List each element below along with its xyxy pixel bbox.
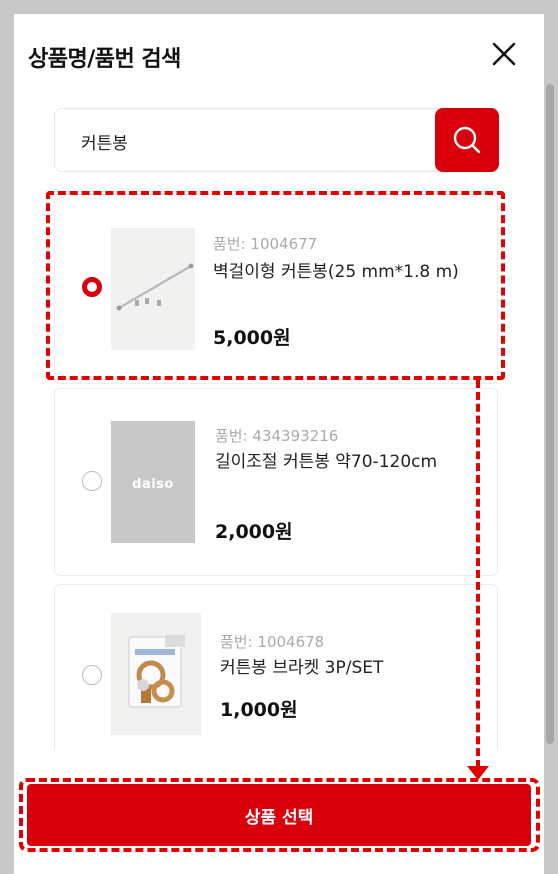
product-price: 5,000원 bbox=[213, 327, 291, 349]
product-radio[interactable] bbox=[82, 471, 102, 491]
product-card[interactable]: 품번: 1004677 벽걸이형 커튼봉(25 mm*1.8 m) 5,000원 bbox=[54, 194, 498, 384]
scrollbar[interactable] bbox=[546, 84, 554, 744]
search-button[interactable] bbox=[435, 108, 499, 172]
daiso-logo: daiso bbox=[132, 477, 174, 492]
product-card[interactable]: 품번: 1004678 커튼봉 브라켓 3P/SET 1,000원 bbox=[54, 584, 498, 750]
close-icon bbox=[492, 42, 516, 66]
search-input[interactable] bbox=[81, 127, 401, 155]
product-code: 품번: 434393216 bbox=[215, 427, 339, 445]
product-name: 길이조절 커튼봉 약70-120cm bbox=[215, 452, 438, 472]
product-name: 커튼봉 브라켓 3P/SET bbox=[220, 658, 384, 678]
product-radio-selected[interactable] bbox=[82, 277, 102, 297]
select-product-button[interactable]: 상품 선택 bbox=[27, 784, 531, 846]
product-price: 1,000원 bbox=[220, 699, 298, 721]
search-icon bbox=[453, 126, 481, 154]
modal-title: 상품명/품번 검색 bbox=[28, 47, 181, 72]
product-search-modal: 상품명/품번 검색 커튼봉 품번: 1004677 벽걸이형 커튼봉(25 mm… bbox=[14, 14, 544, 874]
bracket-image bbox=[111, 613, 201, 735]
product-code: 품번: 1004678 bbox=[220, 633, 325, 651]
product-name: 벽걸이형 커튼봉(25 mm*1.8 m) bbox=[213, 262, 459, 282]
daiso-placeholder-image: daiso bbox=[111, 421, 195, 543]
curtain-rod-image bbox=[111, 228, 195, 350]
product-code: 품번: 1004677 bbox=[213, 235, 318, 253]
close-button[interactable] bbox=[490, 40, 518, 68]
product-price: 2,000원 bbox=[215, 521, 293, 543]
search-box bbox=[54, 108, 499, 172]
product-radio[interactable] bbox=[82, 665, 102, 685]
product-card[interactable]: daiso 품번: 434393216 길이조절 커튼봉 약70-120cm 2… bbox=[54, 388, 498, 576]
product-list: 품번: 1004677 벽걸이형 커튼봉(25 mm*1.8 m) 5,000원… bbox=[54, 194, 498, 750]
